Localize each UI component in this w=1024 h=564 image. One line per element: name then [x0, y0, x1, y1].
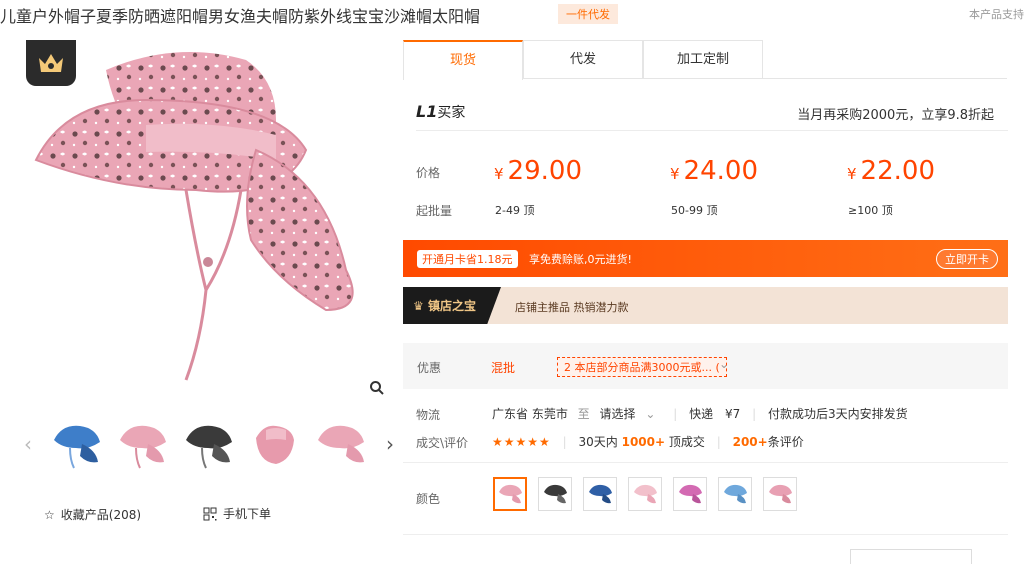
destination-select[interactable]: 请选择	[600, 407, 636, 421]
deals-prefix: 30天内	[578, 435, 618, 449]
qr-code-icon	[203, 507, 217, 520]
treasure-title-text: 镇店之宝	[427, 299, 476, 313]
thumbnail-pink[interactable]	[114, 416, 172, 474]
thumbnail-pink-back[interactable]	[246, 416, 304, 474]
favorite-button[interactable]: ☆ 收藏产品(208)	[44, 506, 141, 523]
to-word: 至	[577, 407, 590, 421]
mixed-batch-link[interactable]: 混批	[491, 359, 515, 376]
membership-banner[interactable]: 开通月卡省1.18元 享免费赊账,0元进货! 立即开卡	[403, 240, 1008, 277]
support-note: 本产品支持	[969, 8, 1024, 21]
thumbnail-pink-side[interactable]	[312, 416, 370, 474]
color-swatch-black[interactable]	[538, 477, 572, 511]
treasure-title: ♛ 镇店之宝	[413, 297, 476, 314]
price-value: 24.00	[683, 156, 758, 186]
deals-label: 成交\评价	[416, 436, 469, 450]
divider: |	[673, 407, 678, 421]
crown-icon	[39, 54, 63, 72]
divider: |	[716, 435, 721, 449]
mobile-order-button[interactable]: 手机下单	[203, 505, 271, 522]
moq-tier-1: 2-49 顶	[495, 204, 535, 217]
main-product-image[interactable]	[26, 40, 390, 400]
store-badge	[26, 40, 76, 86]
buyer-level: L1买家	[416, 102, 465, 122]
shipping-fee: ¥7	[724, 407, 741, 421]
free-credit-text: 享免费赊账,0元进货!	[529, 253, 632, 266]
price-tier-2: ¥24.00	[670, 156, 758, 186]
price-label: 价格	[416, 166, 441, 180]
moq-label: 起批量	[416, 204, 453, 218]
tab-dropship[interactable]: 代发	[523, 40, 643, 78]
color-swatch-rose[interactable]	[763, 477, 797, 511]
ship-note: 付款成功后3天内安排发货	[767, 407, 908, 421]
monthly-card-savings: 开通月卡省1.18元	[417, 250, 518, 268]
currency-symbol: ¥	[670, 165, 680, 183]
offer-row: 优惠 混批 2 本店部分商品满3000元或... ( ⌄	[403, 343, 1008, 389]
logistics-row: 广东省 东莞市 至 请选择 ⌄ | 快递 ¥7 | 付款成功后3天内安排发货	[492, 405, 908, 422]
chevron-down-icon[interactable]: ⌄	[645, 407, 655, 421]
purchase-tabs: 现货 代发 加工定制	[403, 40, 1007, 80]
zoom-icon[interactable]	[366, 377, 388, 399]
buyer-level-badge: L1	[416, 102, 438, 121]
offer-label: 优惠	[417, 361, 442, 375]
reviews-count[interactable]: 200+	[733, 435, 768, 449]
color-label: 颜色	[416, 492, 441, 506]
buyer-level-row: L1买家 当月再采购2000元，立享9.8折起	[416, 98, 1008, 131]
color-swatch-blue[interactable]	[583, 477, 617, 511]
price-value: 22.00	[860, 156, 935, 186]
section-divider	[403, 534, 1008, 535]
chevron-down-icon[interactable]: ⌄	[719, 357, 729, 371]
deals-count: 1000+	[621, 435, 666, 449]
logistics-label: 物流	[416, 408, 441, 422]
crown-icon: ♛	[413, 299, 428, 313]
coupon-prefix: 2	[564, 361, 571, 374]
open-card-button[interactable]: 立即开卡	[936, 249, 998, 269]
reviews-suffix[interactable]: 条评价	[768, 435, 804, 449]
mobile-order-label: 手机下单	[223, 507, 272, 521]
moq-tier-3: ≥100 顶	[848, 204, 893, 217]
buyer-promo: 当月再采购2000元，立享9.8折起	[797, 108, 994, 123]
quantity-stepper[interactable]	[850, 549, 972, 564]
thumbnail-black[interactable]	[180, 416, 238, 474]
coupon-text: 本店部分商品满3000元或...	[574, 361, 712, 374]
dropship-tag: 一件代发	[558, 4, 618, 24]
favorite-label: 收藏产品(208)	[60, 508, 142, 522]
price-value: 29.00	[507, 156, 582, 186]
currency-symbol: ¥	[847, 165, 857, 183]
price-tier-3: ¥22.00	[847, 156, 935, 186]
buyer-level-label: 买家	[437, 105, 466, 121]
product-title: 儿童户外帽子夏季防晒遮阳帽男女渔夫帽防紫外线宝宝沙滩帽太阳帽	[0, 7, 481, 26]
color-swatch-light-pink[interactable]	[628, 477, 662, 511]
deals-row: ★★★★★ | 30天内 1000+ 顶成交 | 200+条评价	[492, 433, 804, 450]
origin: 广东省 东莞市	[492, 407, 568, 421]
coupon-tag[interactable]: 2 本店部分商品满3000元或... (	[557, 357, 727, 377]
tab-in-stock[interactable]: 现货	[403, 40, 523, 80]
currency-symbol: ¥	[494, 165, 504, 183]
moq-tier-2: 50-99 顶	[671, 204, 718, 217]
divider: |	[752, 407, 757, 421]
deals-suffix: 顶成交	[668, 435, 705, 449]
star-outline-icon: ☆	[44, 507, 55, 522]
price-tier-1: ¥29.00	[494, 156, 582, 186]
color-swatch-magenta[interactable]	[673, 477, 707, 511]
prev-arrow-icon[interactable]: ‹	[24, 432, 32, 456]
tab-customize[interactable]: 加工定制	[643, 40, 763, 78]
section-divider	[403, 462, 1008, 463]
treasure-subtitle: 店铺主推品 热销潜力款	[515, 301, 629, 314]
rating-stars: ★★★★★	[492, 435, 551, 449]
color-swatch-sky-blue[interactable]	[718, 477, 752, 511]
divider: |	[562, 435, 567, 449]
thumbnail-carousel: ‹ ›	[24, 414, 394, 478]
thumbnail-blue[interactable]	[48, 416, 106, 474]
color-swatch-pink[interactable]	[493, 477, 527, 511]
store-treasure-banner[interactable]: ♛ 镇店之宝 店铺主推品 热销潜力款	[403, 287, 1008, 324]
shipping-method: 快递	[689, 407, 714, 421]
next-arrow-icon[interactable]: ›	[386, 432, 394, 456]
